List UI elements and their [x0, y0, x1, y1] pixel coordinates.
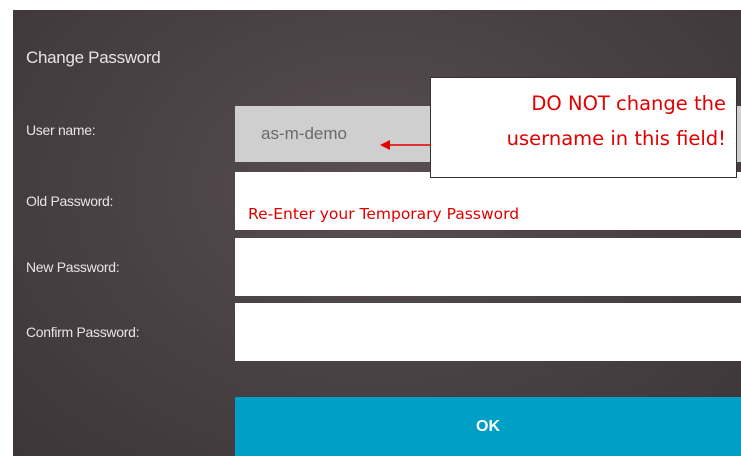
- username-label: User name:: [26, 122, 96, 138]
- dialog-title: Change Password: [26, 48, 161, 67]
- old-password-label: Old Password:: [26, 193, 114, 209]
- arrow-left-icon: [380, 140, 431, 150]
- callout-line-1: DO NOT change the: [531, 92, 726, 115]
- old-password-hint: Re-Enter your Temporary Password: [248, 205, 520, 223]
- callout-line-2: username in this field!: [506, 127, 726, 150]
- warning-callout: DO NOT change the username in this field…: [430, 77, 737, 178]
- ok-button[interactable]: OK: [235, 397, 741, 456]
- confirm-password-label: Confirm Password:: [26, 324, 140, 340]
- new-password-field[interactable]: [235, 238, 741, 296]
- confirm-password-field[interactable]: [235, 303, 741, 361]
- new-password-label: New Password:: [26, 259, 120, 275]
